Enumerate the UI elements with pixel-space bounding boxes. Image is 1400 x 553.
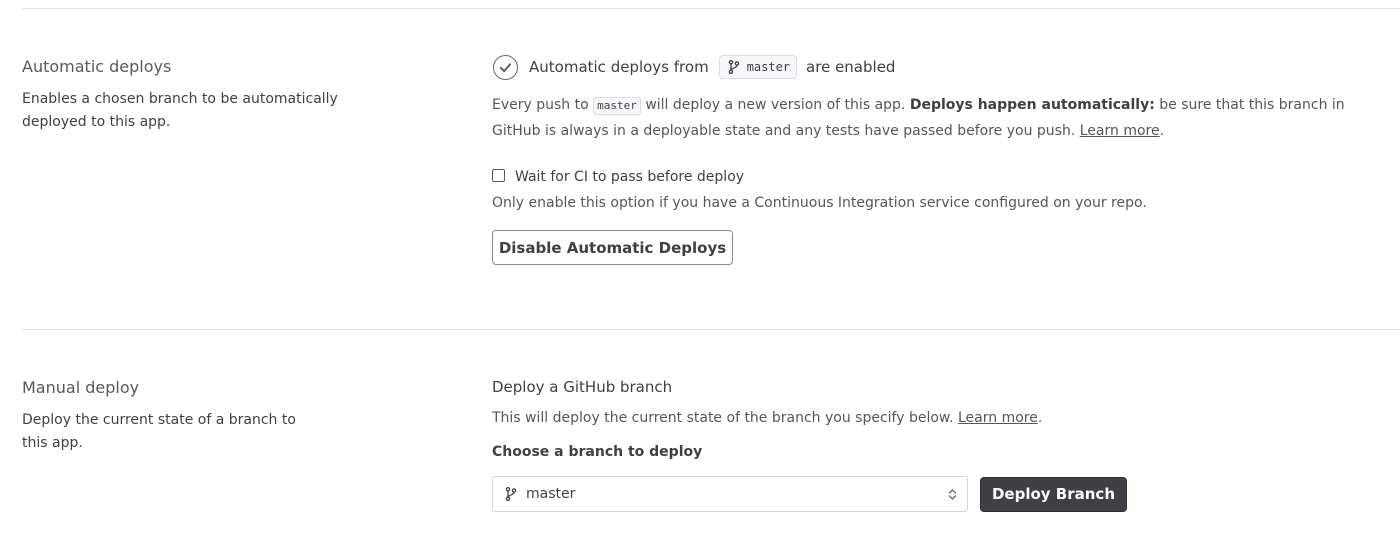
para-prefix: Every push to — [492, 97, 589, 113]
para-mid: will deploy a new version of this app. — [645, 97, 906, 113]
disable-automatic-deploys-button[interactable]: Disable Automatic Deploys — [492, 230, 733, 265]
manual-deploy-explanation: This will deploy the current state of th… — [492, 408, 1392, 428]
manual-deploy-main: Deploy a GitHub branch This will deploy … — [492, 377, 1392, 512]
automatic-deploys-description: Enables a chosen branch to be automatica… — [22, 91, 338, 130]
deploy-branch-row: master Deploy Branch — [492, 476, 1392, 512]
choose-branch-label: Choose a branch to deploy — [492, 444, 703, 460]
manual-period: . — [1037, 410, 1043, 426]
manual-learn-more-link[interactable]: Learn more — [958, 410, 1038, 426]
branch-select-value: master — [526, 486, 576, 502]
auto-deploy-status: Automatic deploys from master are enable… — [492, 54, 1392, 80]
deploy-branch-button[interactable]: Deploy Branch — [980, 476, 1127, 512]
status-suffix: are enabled — [806, 58, 896, 76]
wait-for-ci-hint: Only enable this option if you have a Co… — [492, 195, 1147, 211]
check-circle-icon — [493, 54, 518, 80]
automatic-deploys-sidebar: Automatic deploys Enables a chosen branc… — [22, 56, 352, 134]
deploy-settings-page: Automatic deploys Enables a chosen branc… — [0, 0, 1400, 553]
git-branch-icon — [728, 60, 740, 74]
wait-for-ci-label[interactable]: Wait for CI to pass before deploy — [515, 169, 744, 185]
git-branch-icon — [505, 487, 517, 501]
wait-for-ci-checkbox[interactable] — [492, 168, 505, 182]
para-period: . — [1159, 123, 1165, 139]
branch-chip-label: master — [746, 60, 791, 74]
manual-desc-text: This will deploy the current state of th… — [492, 410, 954, 426]
deploy-github-branch-heading: Deploy a GitHub branch — [492, 378, 673, 396]
wait-for-ci-row: Wait for CI to pass before deploy — [492, 166, 1392, 188]
auto-deploy-explanation: Every push to master will deploy a new v… — [492, 92, 1392, 144]
select-caret-icon — [948, 488, 957, 501]
manual-deploy-description: Deploy the current state of a branch to … — [22, 412, 296, 451]
branch-select[interactable]: master — [492, 476, 968, 512]
branch-chip: master — [718, 55, 798, 79]
para-branch-code: master — [593, 97, 641, 115]
manual-deploy-sidebar: Manual deploy Deploy the current state o… — [22, 377, 352, 455]
para-bold: Deploys happen automatically: — [909, 97, 1155, 113]
auto-learn-more-link[interactable]: Learn more — [1080, 123, 1160, 139]
top-divider — [22, 8, 1400, 9]
manual-deploy-title: Manual deploy — [22, 378, 140, 397]
status-prefix: Automatic deploys from — [529, 58, 709, 76]
section-divider — [22, 329, 1400, 330]
automatic-deploys-main: Automatic deploys from master are enable… — [492, 54, 1392, 265]
automatic-deploys-title: Automatic deploys — [22, 57, 172, 76]
